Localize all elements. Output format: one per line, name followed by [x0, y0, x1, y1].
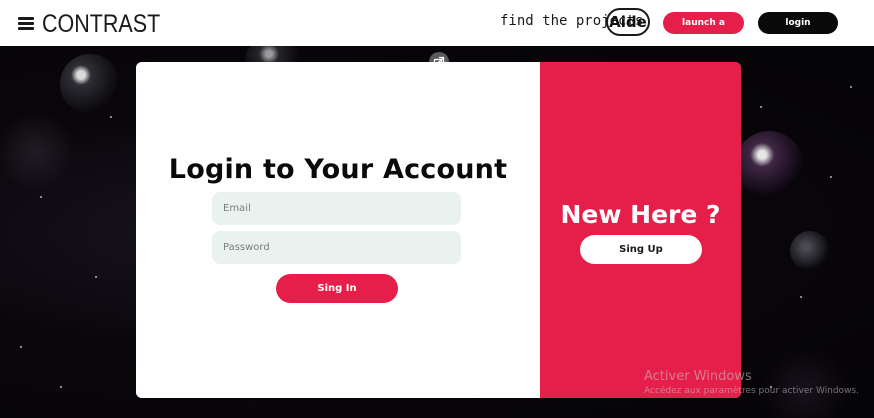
login-panel: Login to Your Account Sing In: [136, 62, 540, 398]
aide-button[interactable]: Aide: [606, 8, 650, 36]
logo-text: CONTRAST: [42, 10, 161, 38]
email-field[interactable]: [212, 192, 461, 225]
signup-panel: New Here ? Sing Up: [540, 62, 741, 398]
top-navbar: CONTRAST find the projects Aide launch a…: [0, 0, 874, 50]
sign-up-button[interactable]: Sing Up: [580, 235, 702, 264]
password-field[interactable]: [212, 231, 461, 264]
new-here-heading: New Here ?: [560, 200, 721, 229]
login-title: Login to Your Account: [168, 154, 508, 185]
menu-icon[interactable]: [18, 17, 34, 30]
auth-card: Login to Your Account Sing In New Here ?…: [136, 62, 741, 398]
launch-project-button[interactable]: launch a project: [663, 12, 744, 50]
windows-activation-subtitle: Accédez aux paramètres pour activer Wind…: [644, 386, 859, 396]
logo[interactable]: CONTRAST: [42, 11, 180, 37]
login-button[interactable]: login: [758, 12, 838, 34]
windows-activation-title: Activer Windows: [644, 369, 752, 384]
sign-in-button[interactable]: Sing In: [276, 274, 398, 303]
